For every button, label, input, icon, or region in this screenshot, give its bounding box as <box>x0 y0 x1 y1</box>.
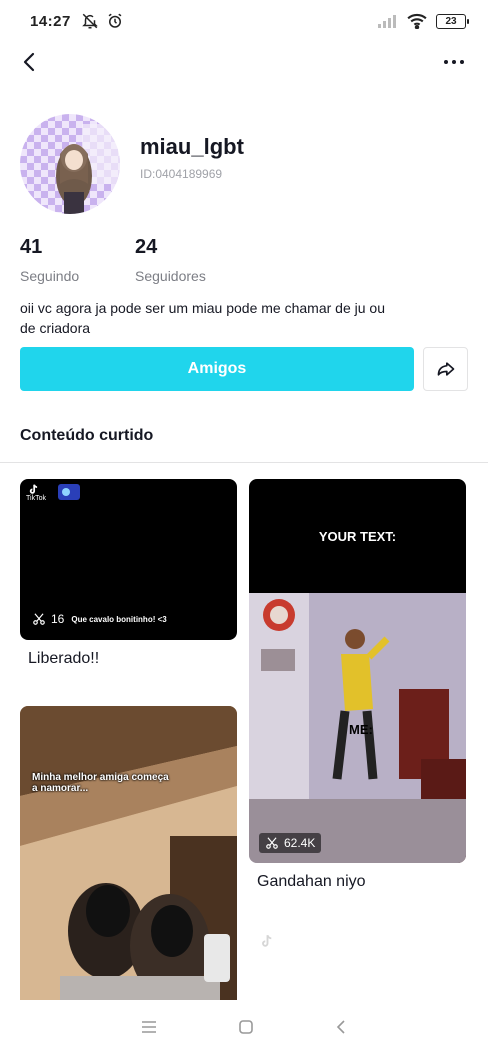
overlay-mid: ME: <box>349 722 373 737</box>
alarm-icon <box>108 13 122 28</box>
tiktok-watermark: TikTok <box>26 495 46 502</box>
user-id: ID:0404189969 <box>140 167 223 181</box>
overlay-text: Que cavalo bonitinho! <3 <box>71 614 167 624</box>
video-caption-3: Gandahan niyo <box>257 873 366 890</box>
status-bar: 14:27 23 <box>0 0 488 42</box>
following-count: 41 <box>20 236 43 258</box>
muted-bell-icon <box>82 13 98 29</box>
video-count-1: 16 Que cavalo bonitinho! <3 <box>32 612 167 626</box>
video-count-3: 62.4K <box>259 833 322 853</box>
video-card-1[interactable]: TikTok 16 Que cavalo bonitinho! <3 <box>20 479 237 640</box>
share-arrow-icon <box>437 362 454 376</box>
following-stat[interactable]: 41 Seguindo <box>20 236 79 284</box>
menu-icon[interactable] <box>141 1020 157 1039</box>
scissors-icon <box>33 613 45 625</box>
video-caption-1: Liberado!! <box>28 650 100 667</box>
scissors-icon <box>266 837 278 849</box>
sticker-icon <box>58 484 80 500</box>
more-dots-icon[interactable] <box>442 50 466 74</box>
wifi-icon <box>407 13 427 29</box>
count-value: 62.4K <box>284 836 316 850</box>
video-card-3[interactable]: YOUR TEXT: ME: 62.4K <box>249 479 466 863</box>
status-time: 14:27 <box>30 12 71 30</box>
followers-label: Seguidores <box>135 268 206 284</box>
avatar[interactable] <box>20 114 120 214</box>
signal-icon <box>378 15 396 28</box>
followers-count: 24 <box>135 236 158 258</box>
friends-button[interactable]: Amigos <box>20 347 414 391</box>
system-nav-bar <box>0 1000 488 1058</box>
divider <box>0 462 488 463</box>
video-card-2[interactable]: Minha melhor amiga começa a namorar... <box>20 706 237 1000</box>
username: miau_lgbt <box>140 134 244 159</box>
top-nav <box>0 42 488 82</box>
share-button[interactable] <box>423 347 468 391</box>
bio: oii vc agora ja pode ser um miau pode me… <box>20 300 385 336</box>
battery-icon: 23 <box>436 13 469 29</box>
count-value: 16 <box>51 612 65 626</box>
battery-level: 23 <box>445 15 457 27</box>
liked-content-title: Conteúdo curtido <box>20 427 154 444</box>
video-thumbnail-2 <box>20 706 237 1000</box>
back-chevron-icon[interactable] <box>18 50 42 74</box>
back-triangle-icon[interactable] <box>335 1019 347 1039</box>
home-square-icon[interactable] <box>239 1019 253 1039</box>
overlay-text: Minha melhor amiga começa a namorar... <box>32 772 169 794</box>
tiktok-logo-icon <box>262 934 272 947</box>
following-label: Seguindo <box>20 268 80 284</box>
overlay-top: YOUR TEXT: <box>318 529 397 544</box>
followers-stat[interactable]: 24 Seguidores <box>135 236 206 284</box>
